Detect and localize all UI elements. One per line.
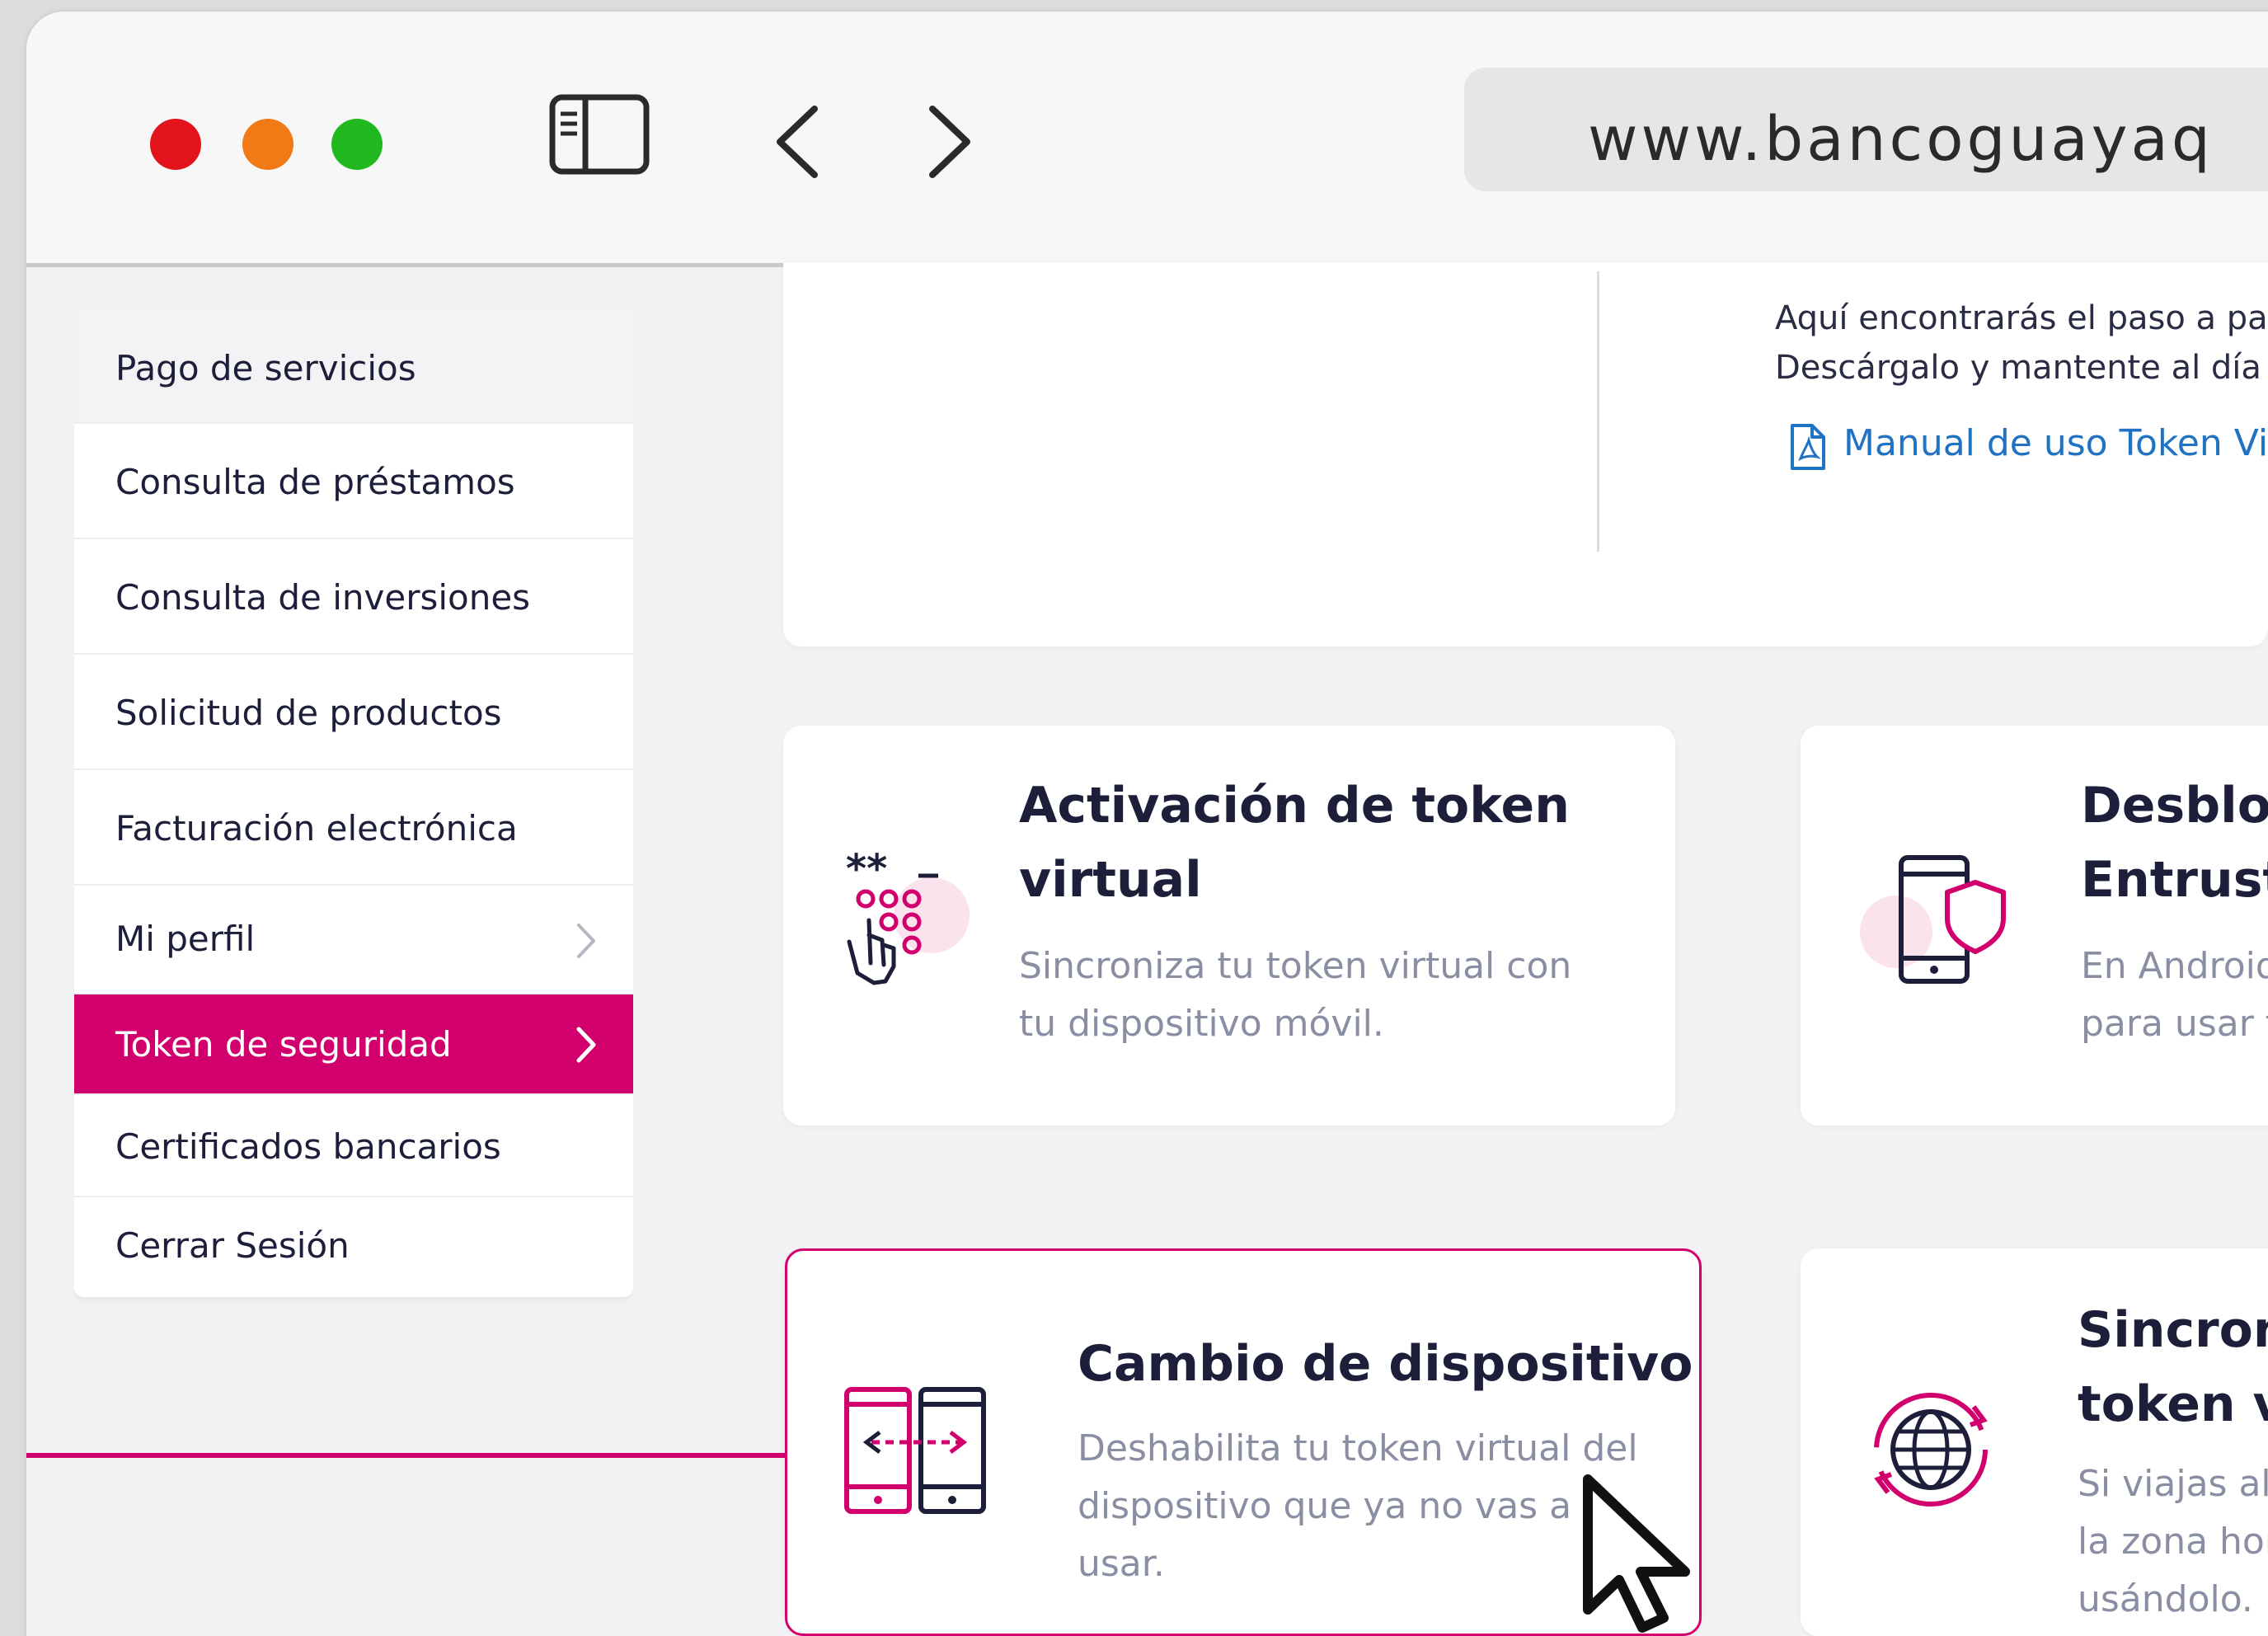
card-title: Entrust t [2081, 851, 2268, 909]
card-title: Cambio de dispositivo [1078, 1335, 1693, 1393]
address-bar[interactable]: www.bancoguayaq [1464, 68, 2268, 191]
manual-description-line1: Aquí encontrarás el paso a pas [1775, 299, 2268, 337]
manual-description-line2: Descárgalo y mantente al día c [1775, 349, 2268, 387]
unlock-card[interactable]: Desbloqu Entrust t En Android, para usar… [1801, 726, 2268, 1126]
sidebar-item-cerrar-sesion[interactable]: Cerrar Sesión [74, 1197, 633, 1290]
chevron-right-icon [576, 1027, 596, 1063]
sidebar-item-label: Pago de servicios [115, 348, 416, 388]
url-text: www.bancoguayaq [1588, 104, 2214, 175]
browser-toolbar: www.bancoguayaq [26, 12, 2268, 267]
manual-download-link[interactable]: Manual de uso Token Vi [1843, 422, 2268, 464]
sidebar-toggle-icon[interactable] [549, 94, 650, 176]
sidebar-item-token-seguridad[interactable]: Token de seguridad [74, 994, 633, 1095]
card-description: para usar tu [2081, 1003, 2268, 1045]
maximize-window-button[interactable] [331, 119, 383, 170]
phone-shield-icon [1860, 855, 2006, 984]
activation-card[interactable]: ** Activación de token virtual Sincroniz… [783, 726, 1675, 1126]
card-description: Sincroniza tu token virtual con [1019, 945, 1572, 987]
divider [1597, 271, 1599, 552]
sidebar-item-pago-servicios[interactable]: Pago de servicios [74, 308, 633, 424]
keypad-touch-icon: ** [846, 849, 970, 985]
browser-window: www.bancoguayaq Pago de servicios Consul… [26, 12, 2268, 1636]
back-arrow-icon[interactable] [768, 102, 826, 181]
mouse-cursor-icon [1583, 1474, 1690, 1633]
globe-sync-icon [1874, 1393, 1988, 1507]
sidebar-item-label: Mi perfil [115, 919, 256, 959]
sidebar-item-label: Consulta de inversiones [115, 577, 531, 618]
minimize-window-button[interactable] [242, 119, 293, 170]
card-title: token vir [2078, 1375, 2268, 1433]
sidebar-item-facturacion[interactable]: Facturación electrónica [74, 770, 633, 886]
card-description: tu dispositivo móvil. [1019, 1003, 1384, 1045]
sidebar-item-certificados[interactable]: Certificados bancarios [74, 1095, 633, 1197]
pdf-file-icon[interactable] [1787, 422, 1827, 472]
sidebar-item-label: Cerrar Sesión [115, 1225, 350, 1266]
card-title: virtual [1019, 851, 1202, 909]
device-swap-icon [844, 1387, 986, 1514]
sidebar-item-label: Token de seguridad [115, 1024, 452, 1065]
sidebar-footer [74, 1287, 633, 1297]
chevron-right-icon [577, 924, 595, 958]
svg-text:**: ** [846, 849, 887, 892]
account-sidebar: Pago de servicios Consulta de préstamos … [74, 267, 635, 1298]
sidebar-item-consulta-prestamos[interactable]: Consulta de préstamos [74, 424, 633, 539]
card-description: Deshabilita tu token virtual del [1078, 1427, 1638, 1469]
card-description: usar. [1078, 1543, 1165, 1585]
sidebar-item-solicitud-productos[interactable]: Solicitud de productos [74, 655, 633, 770]
sync-card[interactable]: Sincroniz token vir Si viajas al e la zo… [1801, 1248, 2268, 1636]
device-change-card[interactable]: Cambio de dispositivo Deshabilita tu tok… [785, 1248, 1702, 1636]
sidebar-item-label: Consulta de préstamos [115, 462, 515, 502]
sidebar-item-consulta-inversiones[interactable]: Consulta de inversiones [74, 539, 633, 655]
forward-arrow-icon[interactable] [921, 102, 979, 181]
card-title: Activación de token [1019, 777, 1570, 834]
sidebar-item-mi-perfil[interactable]: Mi perfil [74, 886, 633, 994]
card-description: dispositivo que ya no vas a [1078, 1485, 1572, 1527]
close-window-button[interactable] [150, 119, 201, 170]
card-title: Desbloqu [2081, 777, 2268, 834]
card-description: la zona hora [2078, 1521, 2268, 1563]
sidebar-item-label: Certificados bancarios [115, 1126, 501, 1167]
card-title: Sincroniz [2078, 1301, 2268, 1359]
callout-connector-line [26, 1453, 814, 1458]
sidebar-item-label: Facturación electrónica [115, 808, 518, 849]
card-description: Si viajas al e [2078, 1463, 2268, 1505]
card-description: usándolo. [2078, 1578, 2253, 1620]
sidebar-item-label: Solicitud de productos [115, 693, 502, 733]
card-description: En Android, [2081, 945, 2268, 987]
